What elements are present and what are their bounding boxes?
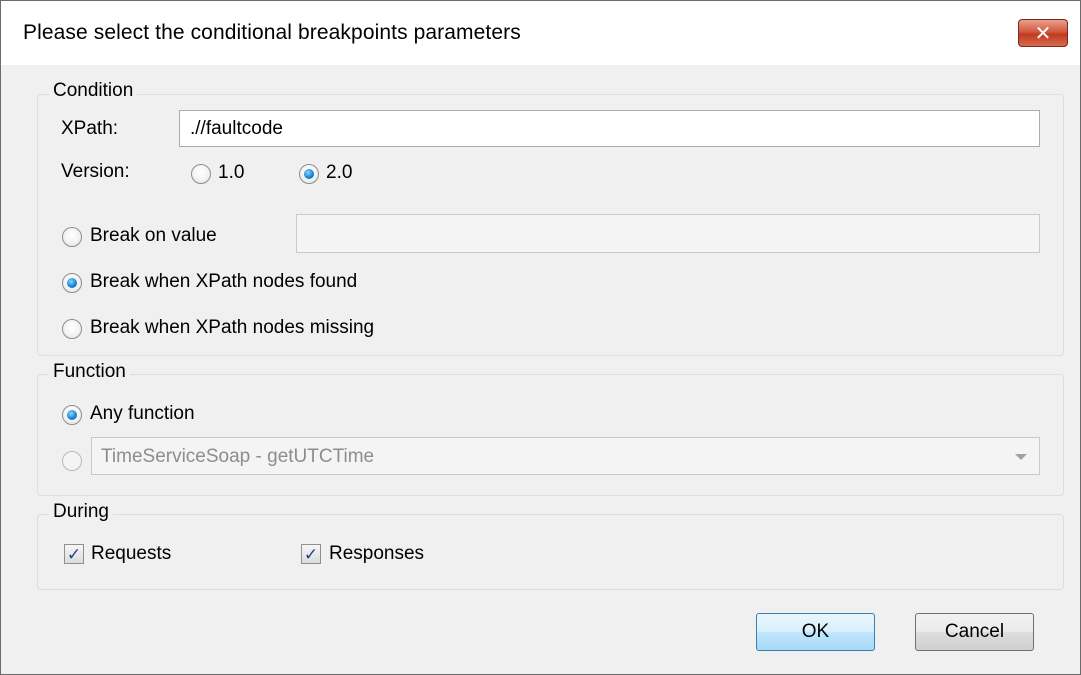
ok-button-label: OK (801, 621, 830, 642)
cancel-button[interactable]: Cancel (915, 613, 1034, 651)
function-legend: Function (49, 361, 130, 383)
nodes-missing-label[interactable]: Break when XPath nodes missing (90, 317, 374, 339)
chevron-down-icon (1015, 454, 1027, 460)
function-select-value: TimeServiceSoap - getUTCTime (101, 446, 375, 467)
any-function-radio[interactable] (62, 405, 82, 425)
title-bar: Please select the conditional breakpoint… (1, 1, 1080, 65)
condition-legend: Condition (49, 80, 138, 102)
break-on-value-label[interactable]: Break on value (90, 225, 217, 247)
ok-button[interactable]: OK (756, 613, 875, 651)
requests-label[interactable]: Requests (91, 543, 171, 565)
function-select[interactable]: TimeServiceSoap - getUTCTime (91, 437, 1040, 475)
version-2-0-label[interactable]: 2.0 (326, 162, 352, 184)
xpath-input[interactable]: .//faultcode (179, 110, 1040, 147)
specific-function-radio[interactable] (62, 451, 82, 471)
during-group (37, 514, 1064, 590)
xpath-label: XPath: (61, 118, 119, 139)
version-1-0-label[interactable]: 1.0 (218, 162, 244, 184)
version-2-0-radio[interactable] (299, 164, 319, 184)
responses-label[interactable]: Responses (329, 543, 424, 565)
close-icon: ✕ (1034, 22, 1052, 45)
any-function-label[interactable]: Any function (90, 403, 195, 425)
close-button[interactable]: ✕ (1018, 19, 1068, 47)
nodes-found-radio[interactable] (62, 273, 82, 293)
break-on-value-radio[interactable] (62, 227, 82, 247)
nodes-found-label[interactable]: Break when XPath nodes found (90, 271, 357, 293)
break-value-input[interactable] (296, 214, 1040, 253)
version-1-0-radio[interactable] (191, 164, 211, 184)
during-legend: During (49, 501, 113, 523)
window-title: Please select the conditional breakpoint… (23, 21, 521, 44)
version-label: Version: (61, 161, 130, 182)
requests-checkbox[interactable]: ✓ (64, 544, 84, 564)
conditional-breakpoints-dialog: Please select the conditional breakpoint… (0, 0, 1081, 675)
checkmark-icon: ✓ (303, 544, 319, 564)
nodes-missing-radio[interactable] (62, 319, 82, 339)
responses-checkbox[interactable]: ✓ (301, 544, 321, 564)
cancel-button-label: Cancel (944, 621, 1005, 642)
function-group (37, 374, 1064, 496)
checkmark-icon: ✓ (66, 544, 82, 564)
